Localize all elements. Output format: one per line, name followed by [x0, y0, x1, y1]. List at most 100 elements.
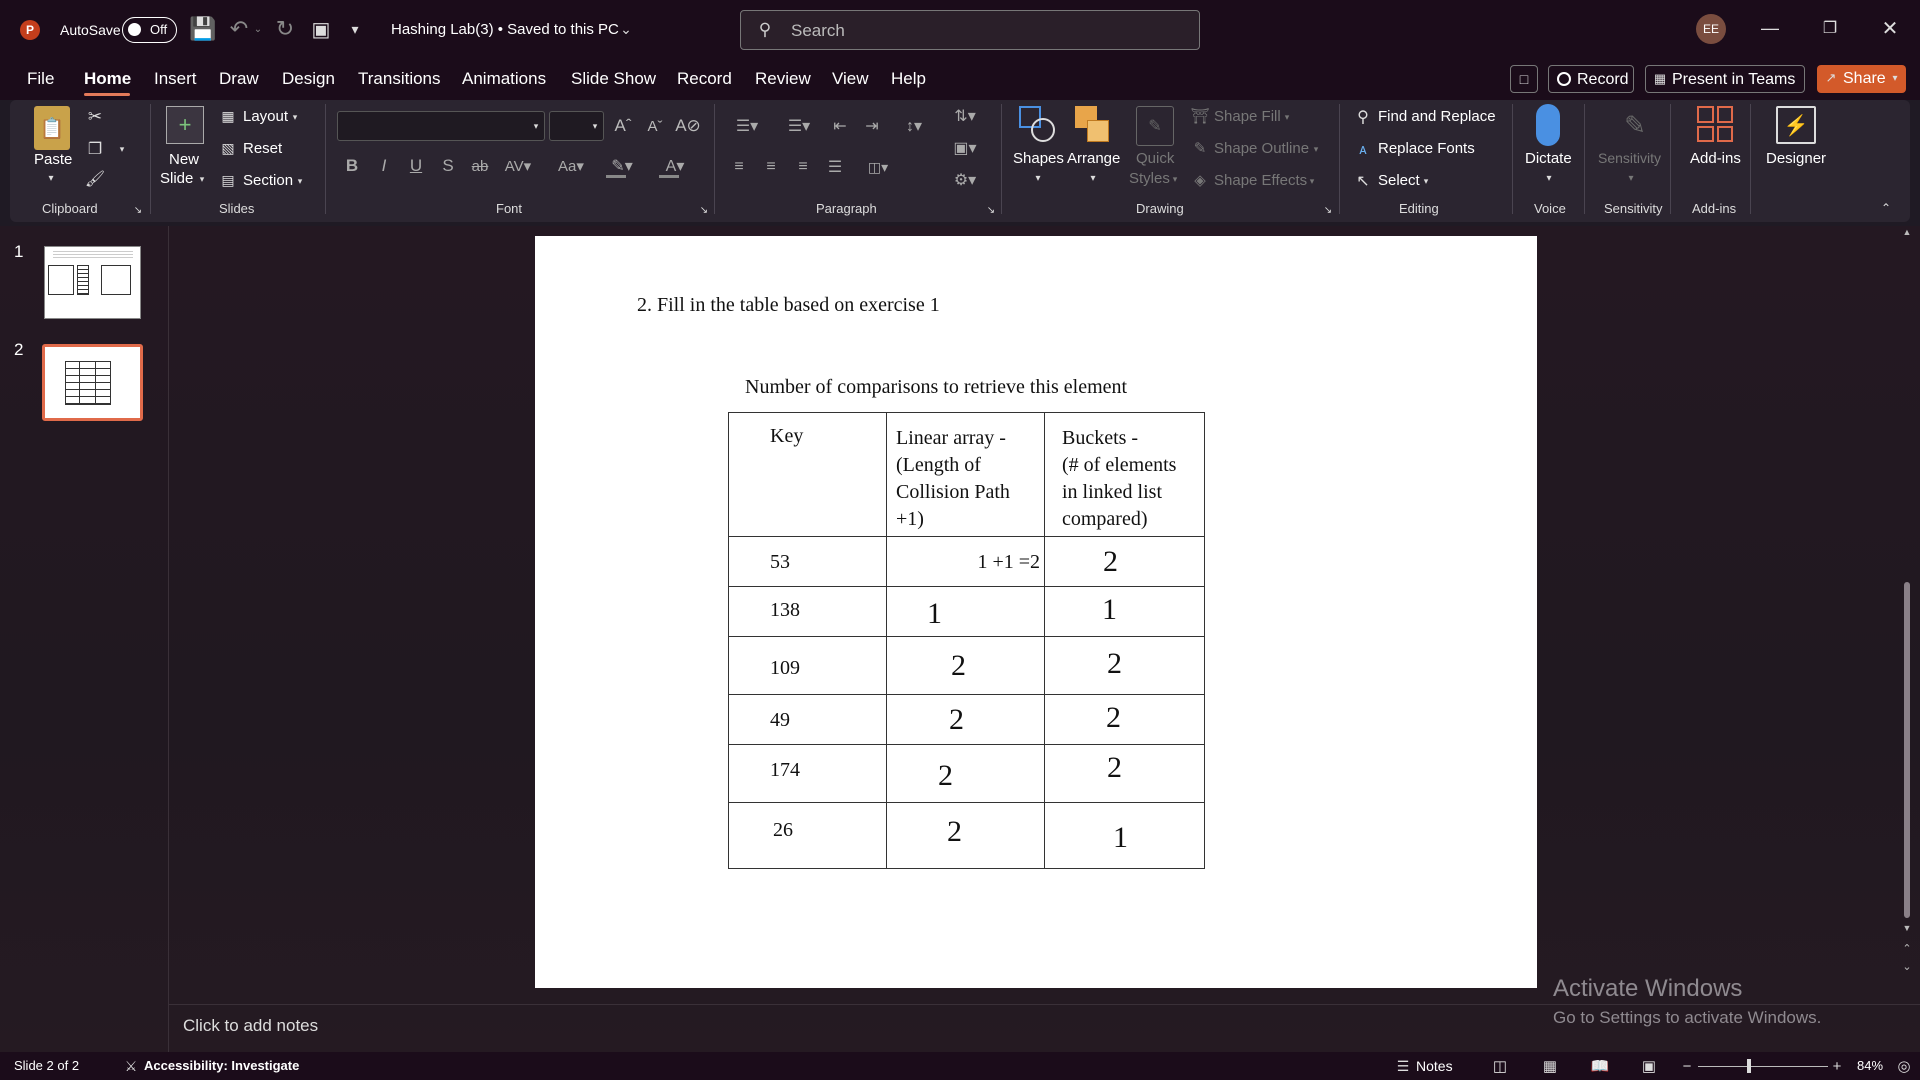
linear-cell[interactable]: 2: [886, 744, 1045, 803]
tab-file[interactable]: File: [27, 69, 54, 89]
font-size-dropdown-icon[interactable]: ▾: [590, 121, 600, 131]
shape-fill-icon[interactable]: ⛩: [1190, 106, 1210, 126]
highlight-icon[interactable]: ✎▾: [604, 155, 640, 177]
shapes-icon[interactable]: [1019, 106, 1057, 146]
decrease-font-icon[interactable]: Aˇ: [643, 114, 667, 138]
new-slide-label-1[interactable]: New: [169, 151, 199, 168]
shadow-icon[interactable]: S: [437, 155, 459, 177]
tab-transitions[interactable]: Transitions: [358, 69, 441, 89]
linear-cell[interactable]: 2: [886, 802, 1045, 869]
present-from-start-icon[interactable]: ▣: [308, 16, 334, 42]
buckets-cell[interactable]: 2: [1044, 694, 1205, 745]
scroll-up-icon[interactable]: ▲: [1900, 226, 1914, 238]
linear-cell[interactable]: 1 +1 =2: [886, 536, 1045, 587]
align-left-icon[interactable]: ≡: [727, 155, 751, 179]
select-icon[interactable]: ↖: [1352, 170, 1374, 192]
shape-effects-label[interactable]: Shape Effects: [1214, 172, 1307, 189]
collapse-ribbon-icon[interactable]: ⌃: [1876, 200, 1896, 216]
clipboard-launcher-icon[interactable]: ↘: [132, 204, 144, 216]
new-slide-icon[interactable]: +: [166, 106, 204, 144]
paste-icon[interactable]: 📋: [34, 106, 70, 150]
comparisons-table[interactable]: Key Linear array - (Length of Collision …: [728, 412, 1205, 869]
replace-fonts-icon[interactable]: ᴀ: [1352, 138, 1374, 160]
buckets-cell[interactable]: 1: [1044, 586, 1205, 637]
record-button[interactable]: Record: [1548, 65, 1634, 93]
numbering-icon[interactable]: ☰▾: [779, 114, 819, 138]
section-label[interactable]: Section: [243, 172, 293, 189]
quick-styles-icon[interactable]: ✎: [1136, 106, 1174, 146]
strikethrough-icon[interactable]: ab: [469, 155, 491, 177]
linear-cell[interactable]: 1: [886, 586, 1045, 637]
tab-view[interactable]: View: [832, 69, 869, 89]
shape-fill-dropdown-icon[interactable]: ▾: [1282, 112, 1292, 122]
tab-draw[interactable]: Draw: [219, 69, 259, 89]
decrease-indent-icon[interactable]: ⇤: [828, 114, 852, 138]
linear-cell[interactable]: 2: [886, 636, 1045, 695]
minimize-icon[interactable]: —: [1756, 14, 1784, 42]
line-spacing-icon[interactable]: ↕▾: [894, 114, 934, 138]
find-icon[interactable]: ⚲: [1352, 106, 1374, 128]
sensitivity-dropdown-icon[interactable]: ▾: [1625, 172, 1637, 184]
notes-placeholder[interactable]: Click to add notes: [183, 1016, 318, 1036]
zoom-slider-thumb[interactable]: [1747, 1059, 1751, 1073]
arrange-icon[interactable]: [1075, 106, 1113, 146]
reset-icon[interactable]: ▧: [218, 139, 238, 157]
section-icon[interactable]: ▤: [218, 171, 238, 189]
layout-label[interactable]: Layout: [243, 108, 288, 125]
microphone-icon[interactable]: [1536, 104, 1560, 146]
customize-toolbar-icon[interactable]: ▾: [346, 18, 364, 40]
select-dropdown-icon[interactable]: ▾: [1421, 176, 1431, 186]
zoom-out-icon[interactable]: −: [1680, 1056, 1694, 1076]
section-dropdown-icon[interactable]: ▾: [295, 176, 305, 186]
undo-dropdown-icon[interactable]: ⌄: [252, 20, 264, 38]
tab-design[interactable]: Design: [282, 69, 335, 89]
find-replace-label[interactable]: Find and Replace: [1378, 108, 1496, 125]
accessibility-status[interactable]: Accessibility: Investigate: [144, 1058, 299, 1073]
fit-to-window-icon[interactable]: ◎: [1894, 1056, 1914, 1076]
bullets-icon[interactable]: ☰▾: [727, 114, 767, 138]
shapes-dropdown-icon[interactable]: ▾: [1032, 172, 1044, 184]
smartart-icon[interactable]: ⚙▾: [945, 168, 985, 192]
header-buckets-cell[interactable]: Buckets - (# of elements in linked list …: [1044, 412, 1205, 537]
increase-font-icon[interactable]: Aˆ: [611, 114, 635, 138]
dictate-label[interactable]: Dictate: [1525, 150, 1572, 167]
tab-slide-show[interactable]: Slide Show: [571, 69, 656, 89]
character-spacing-icon[interactable]: AV▾: [500, 155, 536, 177]
restore-icon[interactable]: ❐: [1816, 14, 1844, 42]
text-direction-icon[interactable]: ⇅▾: [945, 104, 985, 128]
notes-icon[interactable]: ☰: [1393, 1057, 1413, 1075]
table-caption[interactable]: Number of comparisons to retrieve this e…: [745, 376, 1127, 399]
header-linear-cell[interactable]: Linear array - (Length of Collision Path…: [886, 412, 1045, 537]
key-cell[interactable]: 49: [728, 694, 887, 745]
slide-instruction[interactable]: 2. Fill in the table based on exercise 1: [637, 294, 940, 317]
align-text-icon[interactable]: ▣▾: [945, 136, 985, 160]
share-button[interactable]: ↗ Share ▾: [1817, 65, 1906, 93]
bold-icon[interactable]: B: [341, 155, 363, 177]
tab-review[interactable]: Review: [755, 69, 811, 89]
dictate-dropdown-icon[interactable]: ▾: [1543, 172, 1555, 184]
comments-icon[interactable]: □: [1510, 65, 1538, 93]
user-avatar[interactable]: EE: [1696, 14, 1726, 44]
slide-thumbnail-2[interactable]: [42, 344, 143, 421]
paste-dropdown-icon[interactable]: ▾: [44, 172, 58, 184]
quick-styles-dropdown-icon[interactable]: ▾: [1170, 174, 1180, 184]
font-name-dropdown-icon[interactable]: ▾: [531, 121, 541, 131]
quick-styles-label-2[interactable]: Styles: [1129, 170, 1170, 187]
columns-icon[interactable]: ◫▾: [858, 155, 898, 179]
increase-indent-icon[interactable]: ⇥: [860, 114, 884, 138]
copy-icon[interactable]: ❐: [84, 138, 106, 160]
tab-help[interactable]: Help: [891, 69, 926, 89]
quick-styles-label-1[interactable]: Quick: [1136, 150, 1174, 167]
redo-icon[interactable]: ↻: [272, 16, 298, 42]
drawing-launcher-icon[interactable]: ↘: [1322, 204, 1334, 216]
tab-animations[interactable]: Animations: [462, 69, 546, 89]
select-label[interactable]: Select: [1378, 172, 1420, 189]
shape-fill-label[interactable]: Shape Fill: [1214, 108, 1281, 125]
slide-sorter-icon[interactable]: ▦: [1539, 1056, 1561, 1076]
buckets-cell[interactable]: 1: [1044, 802, 1205, 869]
designer-label[interactable]: Designer: [1766, 150, 1826, 167]
arrange-dropdown-icon[interactable]: ▾: [1087, 172, 1099, 184]
zoom-in-icon[interactable]: +: [1830, 1056, 1844, 1076]
shape-effects-icon[interactable]: ◈: [1190, 170, 1210, 190]
document-title[interactable]: Hashing Lab(3) • Saved to this PC: [391, 21, 619, 38]
